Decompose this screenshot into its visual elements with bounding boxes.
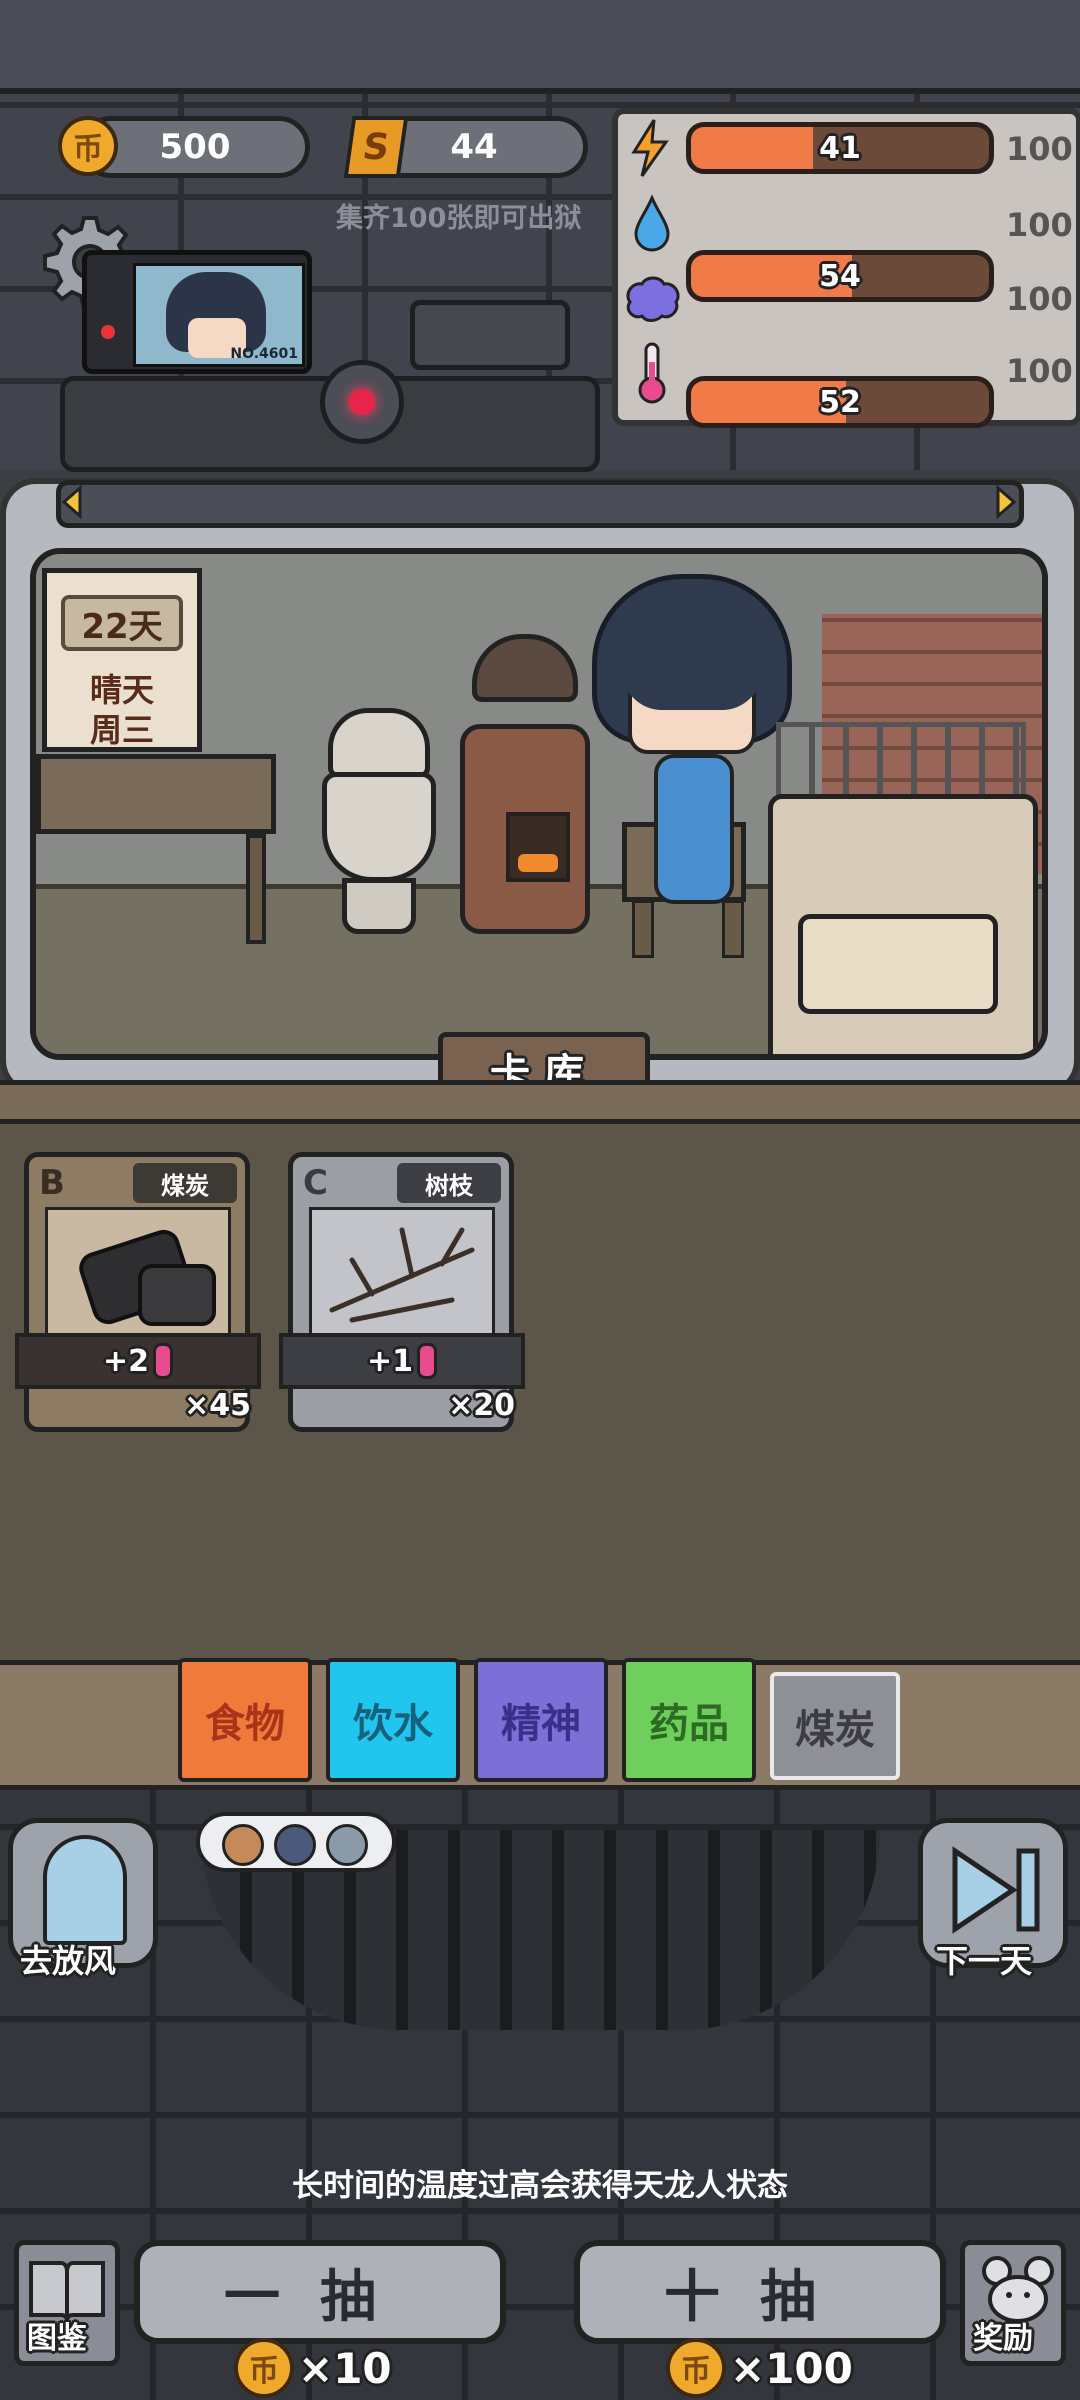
coin-icon: 币 [666,2338,726,2398]
tab-mind[interactable]: 精神 [474,1658,608,1782]
handbook-button[interactable]: 图鉴 [14,2240,120,2366]
prev-arrow-icon[interactable] [60,484,84,520]
monitor: NO.4601 [82,250,312,374]
tab-coal[interactable]: 煤炭 [770,1672,900,1780]
card-name: 煤炭 [133,1163,237,1203]
lightning-icon [628,118,672,178]
card-count: ×20 [448,1388,515,1423]
next-day-label: 下一天 [936,1942,1033,1980]
prisoner-portrait: NO.4601 [133,263,305,367]
thought-bubble [196,1812,396,1872]
next-arrow-icon[interactable] [994,484,1018,520]
coal-stove[interactable] [460,634,590,934]
card-effect: +2 [15,1333,261,1389]
tab-food[interactable]: 食物 [178,1658,312,1782]
water-drop-icon [632,194,672,254]
draw-one-label: 一抽 [224,2264,416,2330]
card-name: 树枝 [397,1163,501,1203]
coin-icon: 币 [234,2338,294,2398]
camera-eye [320,360,404,444]
thermometer-icon [632,340,672,406]
handbook-label: 图鉴 [27,2321,87,2356]
camera-body [410,300,570,370]
prison-cell-scene: 22天 晴天 周三 [30,548,1048,1060]
wooden-table [36,754,276,834]
tip-text: 长时间的温度过高会获得天龙人状态 [292,2168,788,2204]
door-icon [43,1835,127,1945]
water-max: 100 [1006,206,1073,244]
card-grade: C [303,1163,328,1203]
twigs-art-icon [309,1207,495,1339]
mind-bar: 52 [686,376,994,428]
inmate-face-icon [222,1824,264,1866]
go-out-label: 去放风 [20,1942,117,1980]
tab-medicine[interactable]: 药品 [622,1658,756,1782]
guard-face-icon [274,1824,316,1866]
tab-water[interactable]: 饮水 [326,1658,460,1782]
prisoner-character[interactable] [592,574,792,924]
energy-value: 41 [819,130,861,166]
bed-frame [776,722,1026,802]
calendar-sign: 22天 晴天 周三 [42,568,202,752]
card-coal[interactable]: B 煤炭 +2 ×45 [15,1152,261,1432]
card-count: ×45 [184,1388,251,1423]
water-bar: 54 [686,250,994,302]
brain-icon [622,274,684,324]
reward-label: 奖励 [973,2321,1033,2356]
collect-hint: 集齐100张即可出狱 [336,203,582,234]
draw-one-cost: ×10 [298,2344,392,2393]
draw-one-button[interactable]: 一抽 [134,2240,506,2344]
card-effect: +1 [279,1333,525,1389]
energy-max: 100 [1006,130,1073,168]
energy-bar: 41 [686,122,994,174]
mind-max: 100 [1006,280,1073,318]
draw-ten-button[interactable]: 十抽 [574,2240,946,2344]
thermometer-small-icon [153,1343,173,1379]
thermometer-small-icon [417,1343,437,1379]
toilet[interactable] [322,708,436,938]
coal-art-icon [45,1207,231,1339]
weekday: 周三 [89,711,154,749]
reward-button[interactable]: 奖励 [960,2240,1066,2366]
temperature-max: 100 [1006,352,1073,390]
panel-ledge [0,1080,1080,1124]
draw-ten-cost: ×100 [730,2344,853,2393]
pillow [798,914,998,1014]
coin-count: 500 [159,127,231,167]
draw-ten-label: 十抽 [664,2264,856,2330]
ticket-icon: S [343,116,409,178]
water-value: 54 [819,258,861,294]
ceiling-rail [0,0,1080,94]
mind-value: 52 [819,384,861,420]
skip-forward-icon [947,1845,1047,1935]
scene-nav-bar [56,480,1024,528]
card-grade: B [39,1163,65,1203]
inmate-face-icon [326,1824,368,1866]
coin-icon: 币 [58,116,118,176]
day-count: 22天 [61,595,183,651]
card-twigs[interactable]: C 树枝 +1 ×20 [279,1152,525,1432]
ticket-count: 44 [450,127,498,167]
